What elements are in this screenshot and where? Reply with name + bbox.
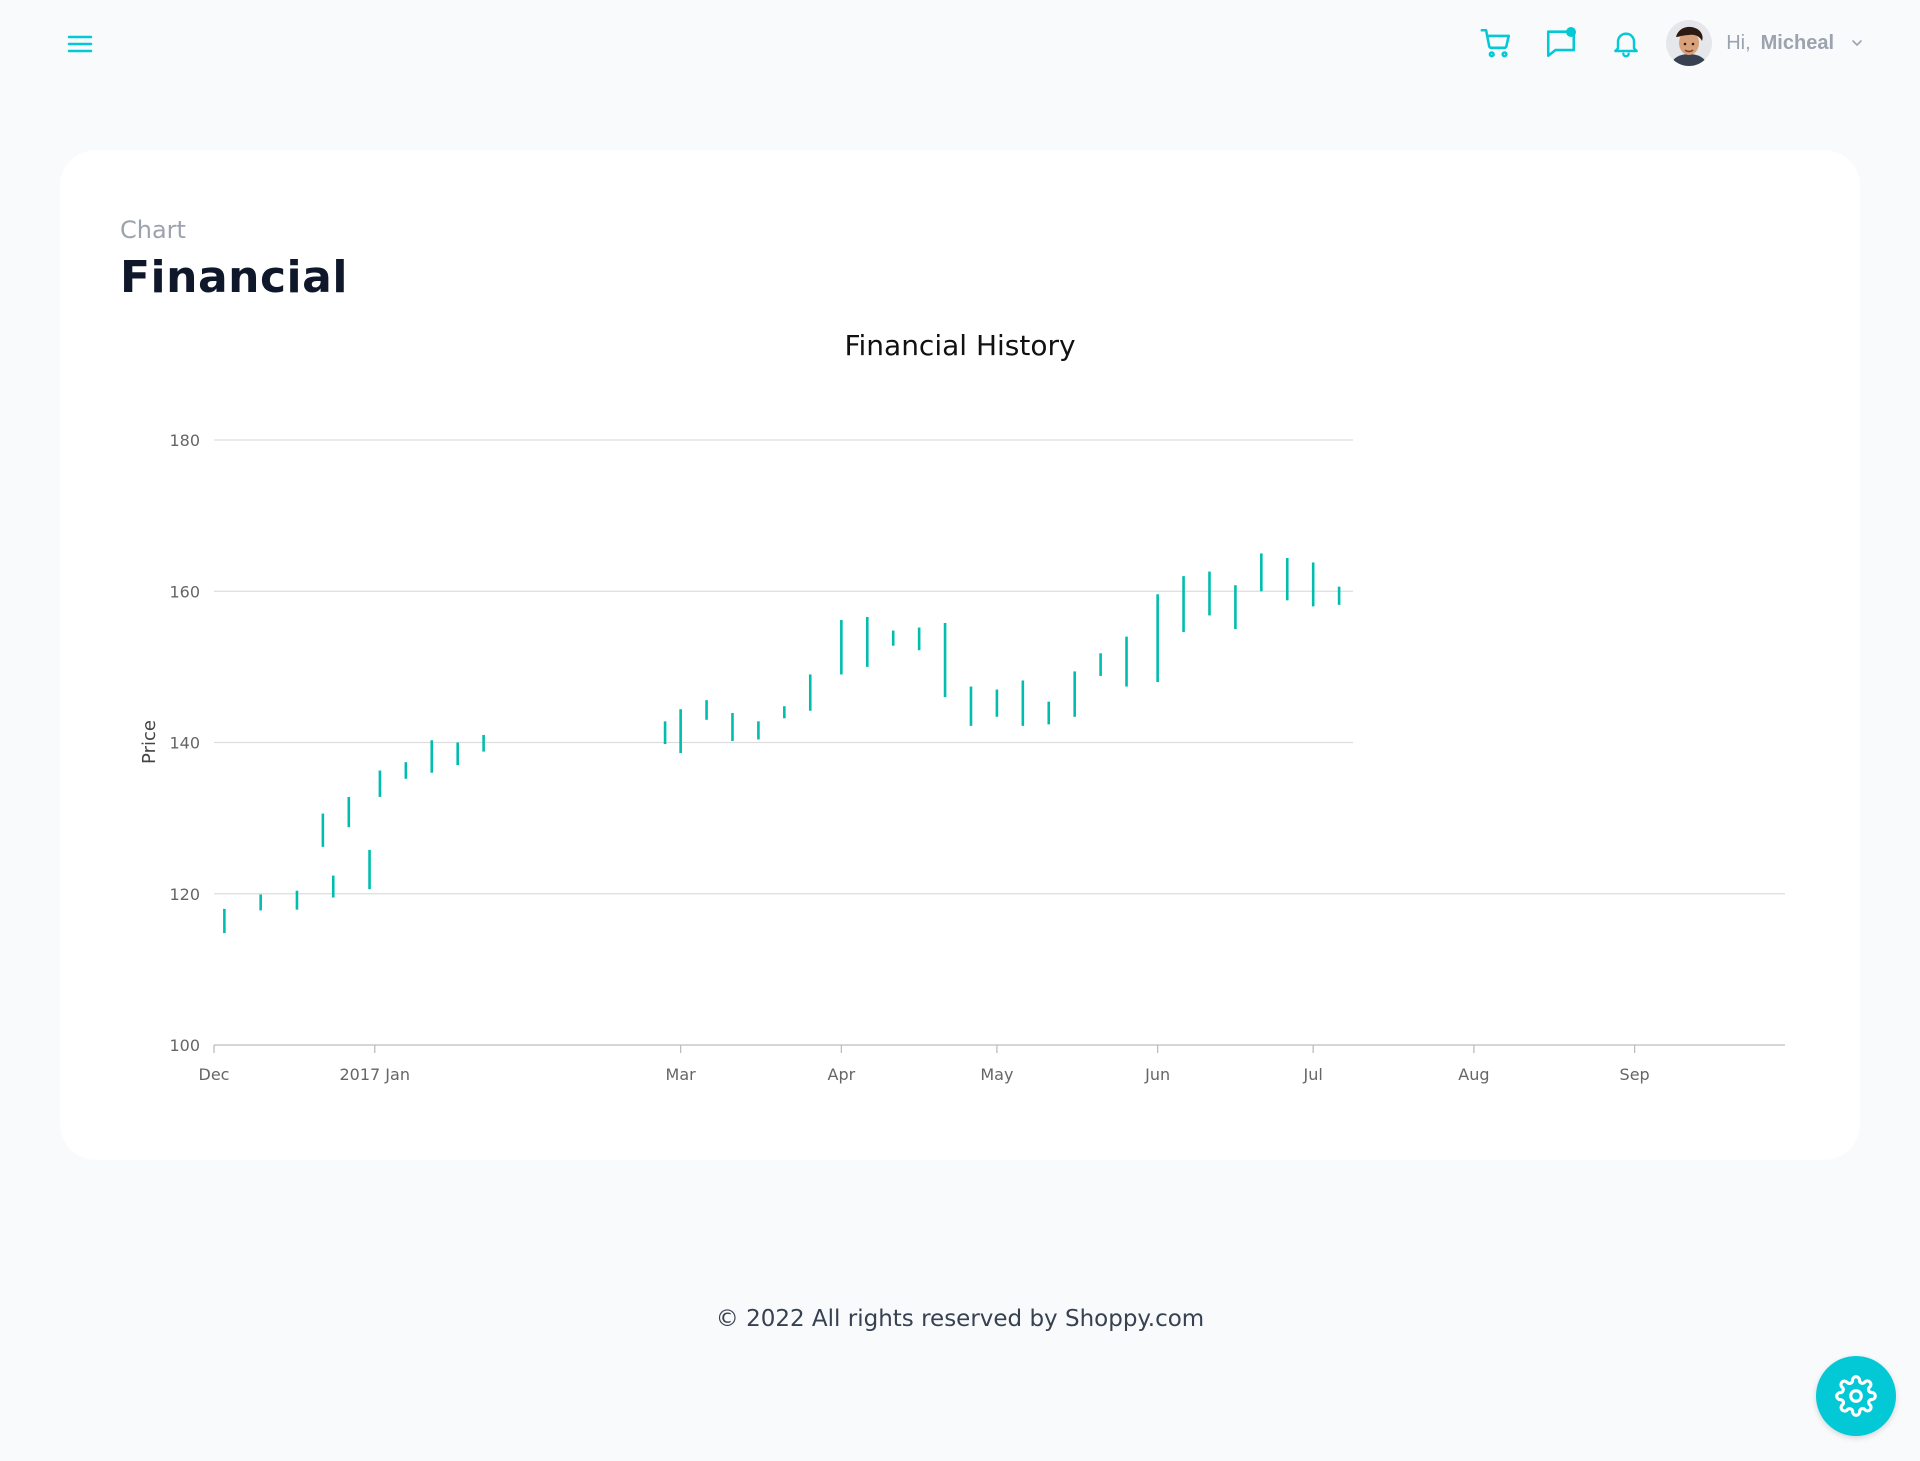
y-tick-label: 100 — [169, 1036, 200, 1055]
x-tick-label: Jun — [1144, 1065, 1170, 1084]
x-tick-label: Aug — [1458, 1065, 1489, 1084]
x-tick-label: Dec — [199, 1065, 230, 1084]
y-tick-label: 180 — [169, 431, 200, 450]
settings-button[interactable] — [1816, 1356, 1896, 1436]
x-tick-label: Sep — [1620, 1065, 1650, 1084]
chart-title: Financial History — [844, 329, 1075, 362]
y-tick-label: 140 — [169, 734, 200, 753]
x-tick-label: Mar — [666, 1065, 697, 1084]
y-tick-label: 120 — [169, 885, 200, 904]
x-tick-label: 2017 Jan — [339, 1065, 409, 1084]
footer-copyright: © 2022 All rights reserved by Shoppy.com — [715, 1306, 1205, 1332]
x-tick-label: Jul — [1303, 1065, 1323, 1084]
y-axis-label: Price — [139, 720, 160, 764]
y-tick-label: 160 — [169, 582, 200, 601]
x-tick-label: May — [980, 1065, 1013, 1084]
financial-chart: Financial History Price 100 120 140 160 180 Dec… — [139, 329, 1785, 1084]
x-tick-label: Apr — [828, 1065, 856, 1084]
gear-icon — [1835, 1375, 1877, 1417]
